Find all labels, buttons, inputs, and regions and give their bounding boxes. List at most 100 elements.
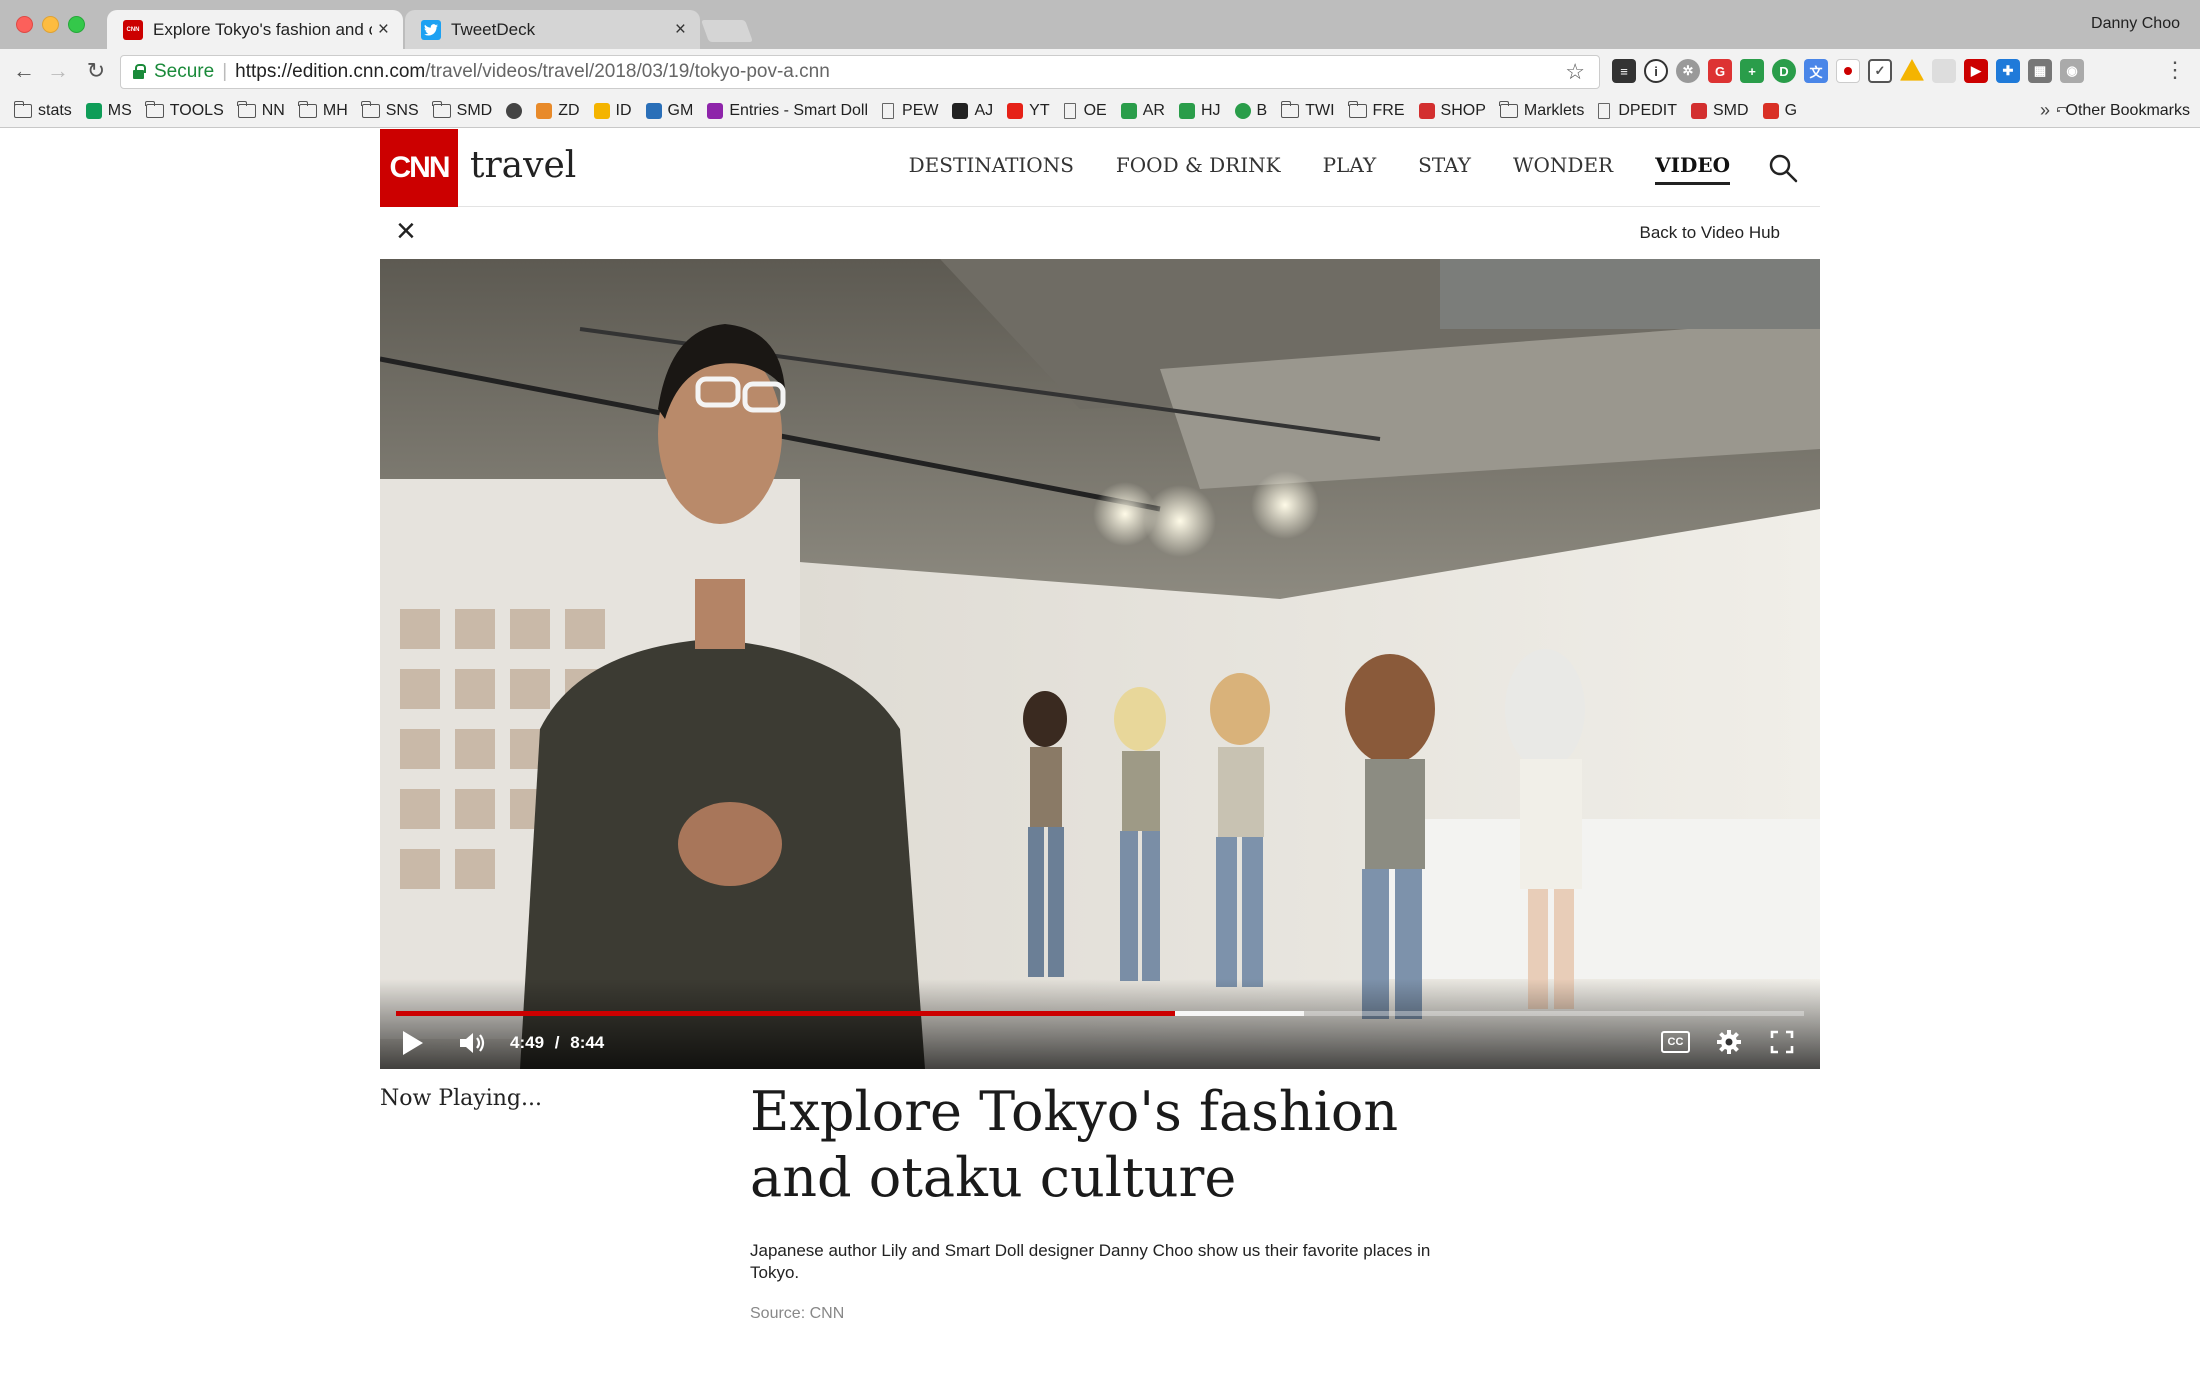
bookmark-item[interactable]: DPEDIT xyxy=(1598,102,1677,120)
bookmarks-overflow-button[interactable]: » xyxy=(2040,100,2050,121)
swirl-icon xyxy=(645,103,662,119)
bookmark-item[interactable]: TOOLS xyxy=(145,101,224,120)
bookmark-item[interactable]: stats xyxy=(13,101,72,120)
bookmark-item[interactable]: AJ xyxy=(952,102,993,120)
bookmark-label: AR xyxy=(1142,102,1165,119)
address-bar[interactable]: Secure | https://edition.cnn.com/travel/… xyxy=(120,55,1600,89)
closed-captions-button[interactable]: CC xyxy=(1661,1031,1690,1053)
bookmark-item[interactable]: SMD xyxy=(432,101,492,120)
play-icon[interactable] xyxy=(403,1031,423,1055)
video-player[interactable]: 4:49 / 8:44 CC xyxy=(380,259,1820,1069)
other-bookmarks[interactable]: Other Bookmarks xyxy=(2057,102,2190,120)
bookmark-item[interactable]: Marklets xyxy=(1499,101,1585,120)
back-arrow-icon[interactable]: ← xyxy=(10,57,38,85)
nav-stay[interactable]: STAY xyxy=(1418,153,1471,185)
bookmark-item[interactable]: YT xyxy=(1007,102,1050,120)
folder-icon xyxy=(1499,101,1518,118)
bookmark-item[interactable]: HJ xyxy=(1178,102,1221,120)
bookmark-item[interactable]: MH xyxy=(298,101,348,120)
fullscreen-icon[interactable] xyxy=(1770,1030,1794,1054)
bookmark-item[interactable]: GM xyxy=(645,102,693,120)
check-extension-icon[interactable]: ✓ xyxy=(1868,59,1892,83)
bookmark-item[interactable]: MS xyxy=(85,102,132,120)
time-display: 4:49 / 8:44 xyxy=(510,1033,604,1053)
time-separator: / xyxy=(554,1033,560,1052)
bookmark-label: ZD xyxy=(558,102,580,119)
folder-icon xyxy=(361,101,380,118)
window-zoom-button[interactable] xyxy=(68,16,85,33)
back-to-video-hub-link[interactable]: Back to Video Hub xyxy=(1640,223,1781,243)
tab-title: Explore Tokyo's fashion and ot xyxy=(153,19,372,39)
nav-play[interactable]: PLAY xyxy=(1323,153,1377,185)
window-close-button[interactable] xyxy=(16,16,33,33)
folder-icon xyxy=(432,101,451,118)
onepassword-extension-icon[interactable]: i xyxy=(1644,59,1668,83)
grid-extension-icon[interactable]: ▦ xyxy=(2028,59,2052,83)
cnn-favicon-icon: CNN xyxy=(123,19,143,40)
bookmark-item[interactable]: ZD xyxy=(536,102,580,120)
bookmark-item[interactable]: SNS xyxy=(361,101,419,120)
reload-icon[interactable]: ↻ xyxy=(82,57,110,85)
bookmark-item[interactable]: AR xyxy=(1120,102,1165,120)
bookmark-label: FRE xyxy=(1372,102,1405,119)
volume-icon[interactable] xyxy=(458,1031,486,1055)
screenshot-extension-icon[interactable]: ◉ xyxy=(2060,59,2084,83)
translate-extension-icon[interactable]: 文 xyxy=(1804,59,1828,83)
folder-icon xyxy=(237,101,256,118)
bookmark-item[interactable]: TWI xyxy=(1280,101,1335,120)
section-name[interactable]: travel xyxy=(470,145,576,186)
camera-extension-icon[interactable] xyxy=(1932,59,1956,83)
new-tab-button[interactable] xyxy=(700,20,754,42)
bookmark-label: B xyxy=(1256,102,1268,119)
bookmark-item[interactable]: SMD xyxy=(1691,102,1749,120)
bookmark-item[interactable]: PEW xyxy=(882,102,938,120)
folder-icon xyxy=(13,101,32,118)
amazon-icon xyxy=(952,103,969,119)
progress-bar[interactable] xyxy=(396,1011,1804,1016)
nav-wonder[interactable]: WONDER xyxy=(1513,153,1613,185)
buffer-extension-icon[interactable]: ≡ xyxy=(1612,59,1636,83)
bookmark-label: Marklets xyxy=(1523,102,1585,119)
health-extension-icon[interactable]: ✚ xyxy=(1996,59,2020,83)
bookmark-item[interactable]: SHOP xyxy=(1418,102,1486,120)
close-icon[interactable]: × xyxy=(396,214,426,248)
tab-tweetdeck[interactable]: TweetDeck × xyxy=(405,10,700,49)
url-domain: https://edition.cnn.com xyxy=(235,61,426,82)
gear-extension-icon[interactable]: ✲ xyxy=(1676,59,1700,83)
progress-played xyxy=(396,1011,1175,1016)
bookmark-item[interactable]: G xyxy=(1762,102,1797,120)
red-square-icon xyxy=(1418,103,1435,119)
gear-icon[interactable] xyxy=(1716,1029,1742,1055)
cnn-logo[interactable]: CNN xyxy=(380,129,458,207)
bookmark-item[interactable]: B xyxy=(1234,102,1268,120)
video-extension-icon[interactable]: ▶ xyxy=(1964,59,1988,83)
nav-video[interactable]: VIDEO xyxy=(1655,153,1730,185)
tab-close-icon[interactable]: × xyxy=(378,19,389,41)
flag-extension-icon[interactable] xyxy=(1836,59,1860,83)
bookmark-star-icon[interactable]: ☆ xyxy=(1565,59,1585,85)
drive-extension-icon[interactable] xyxy=(1900,59,1924,81)
site-header: CNN travel DESTINATIONS FOOD & DRINK PLA… xyxy=(380,129,1820,207)
plus-extension-icon[interactable]: + xyxy=(1740,59,1764,83)
notification-extension-icon[interactable]: G xyxy=(1708,59,1732,83)
bookmark-item[interactable]: Entries - Smart Doll xyxy=(707,102,868,120)
bookmark-label: HJ xyxy=(1200,102,1221,119)
bookmark-item[interactable]: NN xyxy=(237,101,285,120)
search-icon[interactable] xyxy=(1768,153,1798,183)
folder-icon xyxy=(2057,107,2068,112)
bookmark-item[interactable]: FRE xyxy=(1348,101,1405,120)
tab-close-icon[interactable]: × xyxy=(675,19,686,41)
tab-title: TweetDeck xyxy=(451,19,536,39)
forward-arrow-icon[interactable]: → xyxy=(44,57,72,85)
bookmark-item[interactable] xyxy=(506,103,523,119)
tab-cnn-video[interactable]: CNN Explore Tokyo's fashion and ot × xyxy=(107,10,403,49)
browser-menu-icon[interactable]: ⋮ xyxy=(2164,57,2186,83)
bookmark-label: MH xyxy=(322,102,348,119)
profile-name[interactable]: Danny Choo xyxy=(2091,15,2180,33)
bookmark-item[interactable]: ID xyxy=(593,102,632,120)
circle-extension-icon[interactable]: D xyxy=(1772,59,1796,83)
nav-food-drink[interactable]: FOOD & DRINK xyxy=(1116,153,1281,185)
window-minimize-button[interactable] xyxy=(42,16,59,33)
nav-destinations[interactable]: DESTINATIONS xyxy=(909,153,1074,185)
bookmark-item[interactable]: OE xyxy=(1063,102,1107,120)
